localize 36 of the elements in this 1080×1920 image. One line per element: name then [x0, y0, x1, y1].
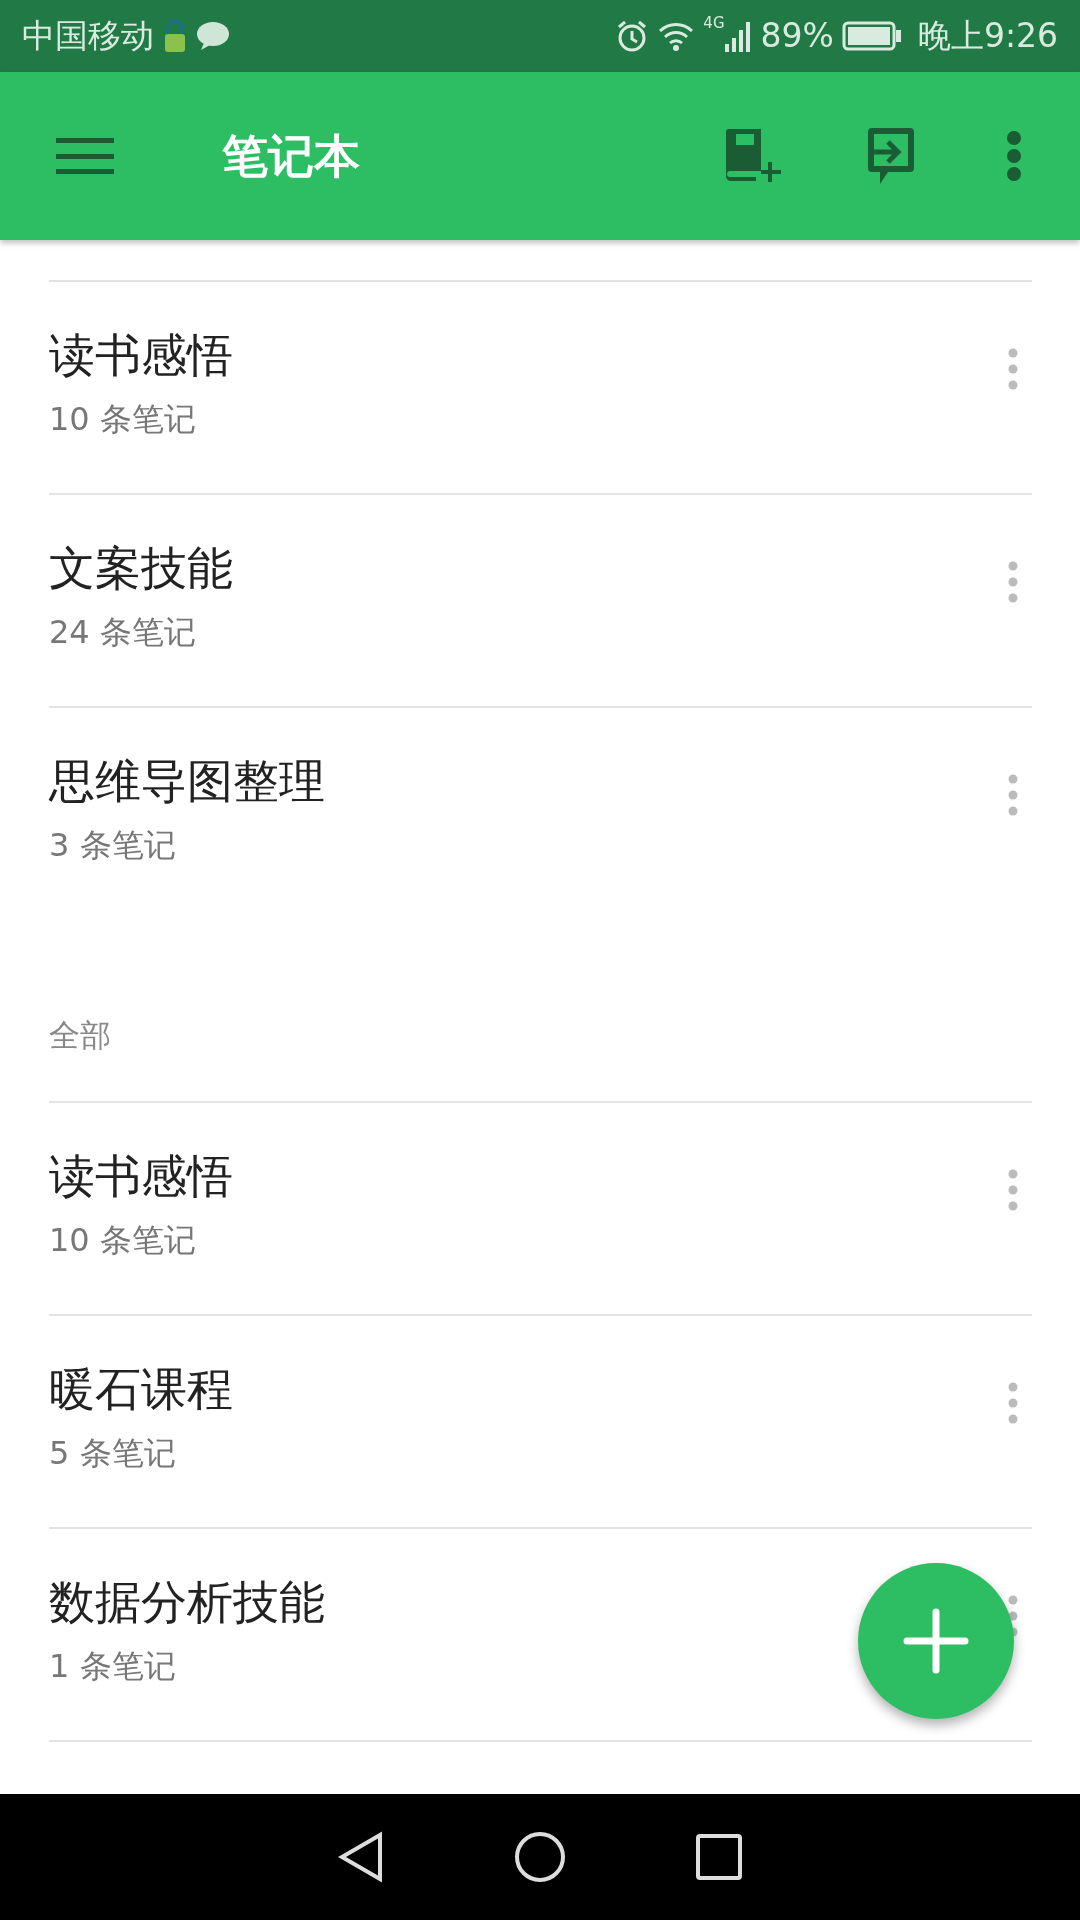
- chat-bubble-icon: [196, 21, 230, 51]
- toolbar-title: 笔记本: [222, 127, 360, 185]
- battery-icon: [841, 21, 902, 51]
- signal-icon: [724, 20, 753, 52]
- notebook-item[interactable]: 读书感悟 10 条笔记: [49, 282, 1032, 495]
- note-count: 1 条笔记: [49, 1646, 176, 1688]
- notebook-title: 读书感悟: [49, 328, 233, 384]
- status-time: 晚上9:26: [917, 15, 1058, 58]
- note-count: 10 条笔记: [49, 1220, 196, 1262]
- note-count: 5 条笔记: [49, 1433, 176, 1475]
- menu-icon[interactable]: [56, 136, 114, 176]
- recents-square-icon[interactable]: [696, 1834, 742, 1880]
- notebook-title: 暖石课程: [49, 1362, 233, 1418]
- note-count: 10 条笔记: [49, 399, 196, 441]
- wifi-icon: [657, 20, 696, 52]
- back-triangle-icon[interactable]: [338, 1831, 384, 1883]
- notebook-item[interactable]: 文案技能 24 条笔记: [49, 495, 1032, 708]
- lock-icon: [162, 18, 188, 54]
- notebook-title: 数据分析技能: [49, 1575, 325, 1631]
- exit-arrow-icon[interactable]: [866, 126, 916, 186]
- notebook-item[interactable]: 读书感悟 10 条笔记: [49, 1103, 1032, 1316]
- notebook-title: 思维导图整理: [49, 754, 325, 810]
- network-type: 4G: [703, 13, 725, 34]
- section-header: 全部: [49, 1016, 112, 1055]
- notebook-title: 读书感悟: [49, 1149, 233, 1205]
- notebook-item[interactable]: 思维导图整理 3 条笔记: [49, 708, 1032, 921]
- carrier-name: 中国移动: [22, 15, 154, 58]
- note-count: 3 条笔记: [49, 825, 176, 867]
- book-plus-icon[interactable]: [724, 128, 782, 184]
- home-circle-icon[interactable]: [514, 1831, 566, 1883]
- add-notebook-button[interactable]: [858, 1563, 1014, 1719]
- plus-icon: [903, 1608, 969, 1674]
- notebook-item[interactable]: 暖石课程 5 条笔记: [49, 1316, 1032, 1529]
- battery-percent: 89%: [760, 15, 834, 58]
- note-count: 24 条笔记: [49, 612, 196, 654]
- notebook-title: 文案技能: [49, 541, 233, 597]
